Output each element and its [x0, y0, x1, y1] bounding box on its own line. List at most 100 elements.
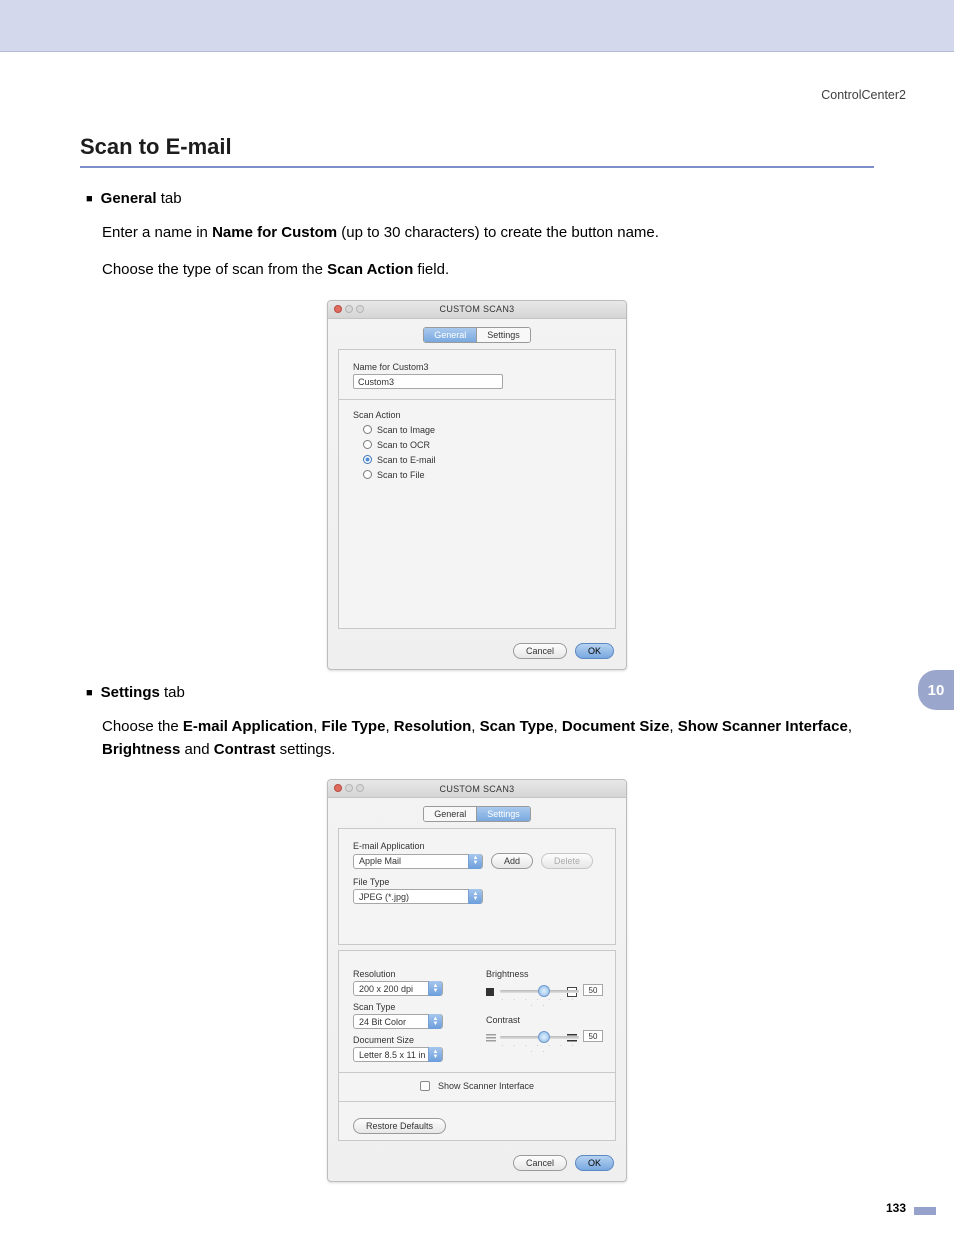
slider-thumb[interactable]: [538, 985, 550, 997]
tab-general[interactable]: General: [424, 328, 476, 342]
traffic-lights: [334, 784, 364, 792]
tab-settings[interactable]: Settings: [476, 807, 530, 821]
chevron-updown-icon: ▲▼: [428, 1047, 442, 1062]
bullet-bold: Settings: [101, 684, 160, 701]
body-line-2: Choose the type of scan from the Scan Ac…: [102, 258, 874, 281]
brightness-slider[interactable]: · · · · · · · · · 50: [486, 981, 601, 1009]
show-scanner-row[interactable]: Show Scanner Interface: [353, 1081, 601, 1091]
radio-label: Scan to OCR: [377, 440, 430, 450]
radio-icon-selected: [363, 455, 372, 464]
close-icon[interactable]: [334, 784, 342, 792]
radio-icon: [363, 440, 372, 449]
t: settings.: [275, 741, 335, 758]
dialog-settings: CUSTOM SCAN3 General Settings E-mail App…: [327, 779, 627, 1182]
cancel-button[interactable]: Cancel: [513, 643, 567, 659]
file-type-select[interactable]: JPEG (*.jpg) ▲▼: [353, 889, 483, 904]
bullet-icon: ■: [86, 193, 93, 205]
select-value: JPEG (*.jpg): [359, 892, 409, 902]
titlebar: CUSTOM SCAN3: [328, 301, 626, 319]
chevron-updown-icon: ▲▼: [468, 854, 482, 869]
contrast-slider[interactable]: · · · · · · · · · 50: [486, 1027, 601, 1055]
page-number: 133: [886, 1201, 906, 1215]
restore-defaults-button[interactable]: Restore Defaults: [353, 1118, 446, 1134]
name-input[interactable]: Custom3: [353, 374, 503, 389]
radio-label: Scan to File: [377, 470, 425, 480]
tab-settings[interactable]: Settings: [476, 328, 530, 342]
cancel-button[interactable]: Cancel: [513, 1155, 567, 1171]
delete-button[interactable]: Delete: [541, 853, 593, 869]
file-type-label: File Type: [353, 877, 601, 887]
radio-scan-to-email[interactable]: Scan to E-mail: [363, 455, 601, 465]
minimize-icon[interactable]: [345, 784, 353, 792]
brightness-low-icon: [486, 988, 494, 996]
resolution-select[interactable]: 200 x 200 dpi ▲▼: [353, 981, 443, 996]
select-value: 200 x 200 dpi: [359, 984, 413, 994]
t: Resolution: [394, 718, 472, 735]
minimize-icon[interactable]: [345, 305, 353, 313]
show-scanner-label: Show Scanner Interface: [438, 1081, 534, 1091]
body-line-1: Enter a name in Name for Custom (up to 3…: [102, 221, 874, 244]
tab-group: General Settings: [423, 327, 531, 343]
t: field.: [413, 261, 449, 278]
t: Scan Type: [480, 718, 554, 735]
traffic-lights: [334, 305, 364, 313]
radio-scan-to-image[interactable]: Scan to Image: [363, 425, 601, 435]
zoom-icon[interactable]: [356, 784, 364, 792]
slider-ticks: · · · · · · · · ·: [500, 997, 579, 1009]
t: Contrast: [214, 741, 276, 758]
t: Document Size: [562, 718, 670, 735]
t: ,: [554, 718, 562, 735]
t: File Type: [322, 718, 386, 735]
contrast-value[interactable]: 50: [583, 1030, 603, 1042]
bullet-icon: ■: [86, 687, 93, 699]
t: Show Scanner Interface: [678, 718, 848, 735]
bullet-rest: tab: [160, 684, 185, 701]
ok-button[interactable]: OK: [575, 643, 614, 659]
bullet-bold: General: [101, 190, 157, 207]
t: (up to 30 characters) to create the butt…: [337, 224, 659, 241]
brightness-value[interactable]: 50: [583, 984, 603, 996]
select-value: 24 Bit Color: [359, 1017, 406, 1027]
ok-button[interactable]: OK: [575, 1155, 614, 1171]
contrast-low-icon: [486, 1034, 496, 1042]
email-app-row: Apple Mail ▲▼ Add Delete: [353, 853, 601, 869]
close-icon[interactable]: [334, 305, 342, 313]
radio-scan-to-ocr[interactable]: Scan to OCR: [363, 440, 601, 450]
bullet-general: ■ General tab: [86, 190, 874, 207]
name-label: Name for Custom3: [353, 362, 601, 372]
tab-group: General Settings: [423, 806, 531, 822]
slider-thumb[interactable]: [538, 1031, 550, 1043]
tab-general[interactable]: General: [424, 807, 476, 821]
zoom-icon[interactable]: [356, 305, 364, 313]
radio-label: Scan to Image: [377, 425, 435, 435]
bullet-text: General tab: [101, 190, 182, 207]
section-rule: [80, 166, 874, 168]
add-button[interactable]: Add: [491, 853, 533, 869]
scan-type-select[interactable]: 24 Bit Color ▲▼: [353, 1014, 443, 1029]
titlebar: CUSTOM SCAN3: [328, 780, 626, 798]
radio-scan-to-file[interactable]: Scan to File: [363, 470, 601, 480]
scan-action-label: Scan Action: [353, 410, 601, 420]
email-app-select[interactable]: Apple Mail ▲▼: [353, 854, 483, 869]
window-title: CUSTOM SCAN3: [440, 784, 515, 794]
t: Enter a name in: [102, 224, 212, 241]
chapter-tab: 10: [918, 670, 954, 710]
t: Name for Custom: [212, 224, 337, 241]
section-title: Scan to E-mail: [80, 134, 874, 160]
divider: [339, 1101, 615, 1102]
tab-bar: General Settings: [328, 327, 626, 343]
header-label: ControlCenter2: [821, 88, 906, 102]
bullet-text: Settings tab: [101, 684, 185, 701]
t: ,: [313, 718, 321, 735]
checkbox-icon[interactable]: [420, 1081, 430, 1091]
panel-general: Name for Custom3 Custom3 Scan Action Sca…: [338, 349, 616, 629]
t: Scan Action: [327, 261, 413, 278]
bullet-rest: tab: [157, 190, 182, 207]
slider-ticks: · · · · · · · · ·: [500, 1043, 579, 1055]
chevron-updown-icon: ▲▼: [428, 981, 442, 996]
t: ,: [848, 718, 852, 735]
radio-icon: [363, 470, 372, 479]
top-band: [0, 0, 954, 52]
doc-size-select[interactable]: Letter 8.5 x 11 in ▲▼: [353, 1047, 443, 1062]
dialog-general: CUSTOM SCAN3 General Settings Name for C…: [327, 300, 627, 670]
